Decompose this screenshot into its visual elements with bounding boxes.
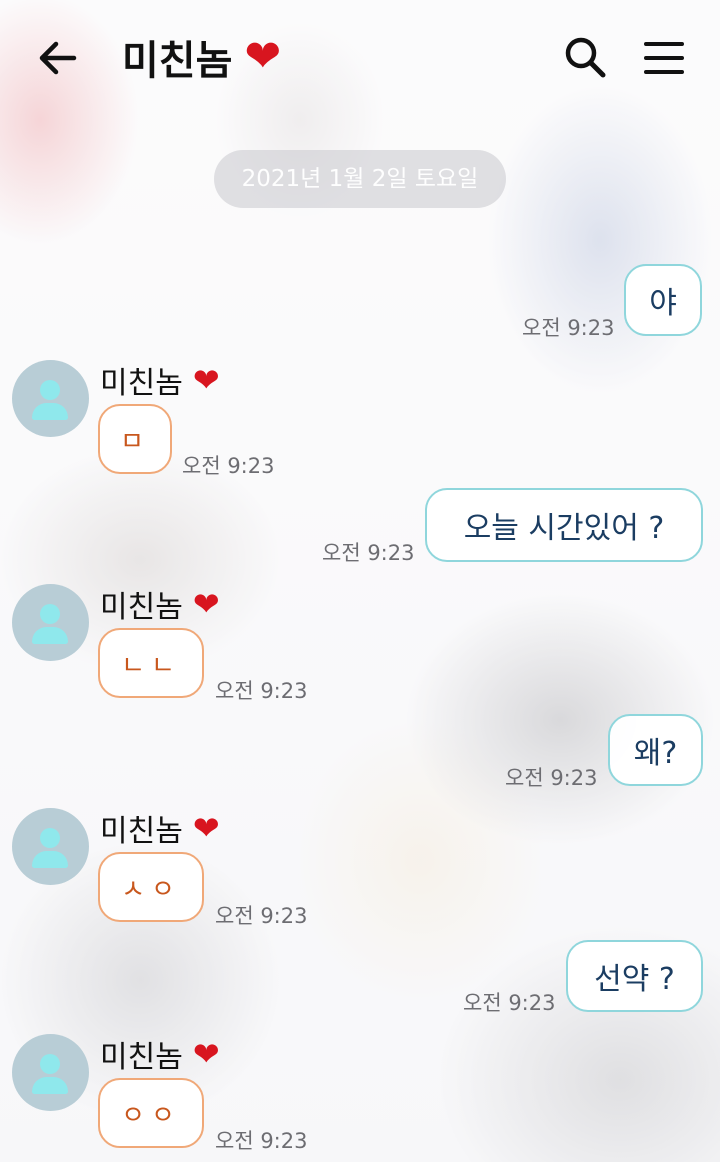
chat-title-text: 미친놈 [122, 38, 233, 84]
heart-emoji: ❤ [192, 585, 220, 623]
message-time: 오전 9:23 [215, 904, 308, 928]
heart-emoji: ❤ [192, 809, 220, 847]
received-message-bubble[interactable]: ㄴㄴ [98, 628, 204, 698]
sent-message-bubble[interactable]: 오늘 시간있어 ? [425, 488, 703, 562]
chat-header: 미친놈 ❤ [0, 0, 720, 115]
heart-emoji: ❤ [192, 1035, 220, 1073]
sent-message-bubble[interactable]: 왜? [608, 714, 703, 786]
heart-emoji: ❤ [192, 361, 220, 399]
person-icon-body [32, 403, 68, 420]
message-time: 오전 9:23 [215, 1129, 308, 1153]
person-icon-head [40, 604, 60, 624]
sender-name: 미친놈 ❤ [100, 582, 220, 626]
person-icon-head [40, 828, 60, 848]
received-message-bubble[interactable]: ㅇㅇ [98, 1078, 204, 1148]
message-time: 오전 9:23 [505, 766, 598, 790]
message-time: 오전 9:23 [182, 454, 275, 478]
hamburger-menu-icon [644, 42, 684, 74]
sent-message-bubble[interactable]: 선약 ? [566, 940, 703, 1012]
menu-button[interactable] [642, 36, 686, 80]
search-icon [565, 37, 606, 78]
message-time: 오전 9:23 [322, 541, 415, 565]
message-time: 오전 9:23 [522, 316, 615, 340]
sender-name: 미친놈 ❤ [100, 358, 220, 402]
chat-title: 미친놈 ❤ [122, 28, 281, 86]
received-message-bubble[interactable]: ㅁ [98, 404, 172, 474]
person-icon-head [40, 380, 60, 400]
person-icon-body [32, 851, 68, 868]
sender-name-text: 미친놈 [100, 590, 183, 625]
contact-avatar[interactable] [12, 808, 89, 885]
search-button[interactable] [560, 32, 610, 82]
arrow-left-icon [39, 41, 77, 75]
person-icon-body [32, 627, 68, 644]
message-time: 오전 9:23 [215, 679, 308, 703]
contact-avatar[interactable] [12, 1034, 89, 1111]
person-icon-body [32, 1077, 68, 1094]
contact-avatar[interactable] [12, 584, 89, 661]
heart-emoji: ❤ [244, 31, 282, 82]
person-icon-head [40, 1054, 60, 1074]
contact-avatar[interactable] [12, 360, 89, 437]
sender-name-text: 미친놈 [100, 1040, 183, 1075]
sender-name: 미친놈 ❤ [100, 806, 220, 850]
date-divider: 2021년 1월 2일 토요일 [214, 150, 506, 208]
received-message-bubble[interactable]: ㅅㅇ [98, 852, 204, 922]
message-time: 오전 9:23 [463, 991, 556, 1015]
sender-name-text: 미친놈 [100, 366, 183, 401]
sender-name: 미친놈 ❤ [100, 1032, 220, 1076]
sender-name-text: 미친놈 [100, 814, 183, 849]
back-button[interactable] [32, 32, 84, 84]
sent-message-bubble[interactable]: 야 [624, 264, 702, 336]
